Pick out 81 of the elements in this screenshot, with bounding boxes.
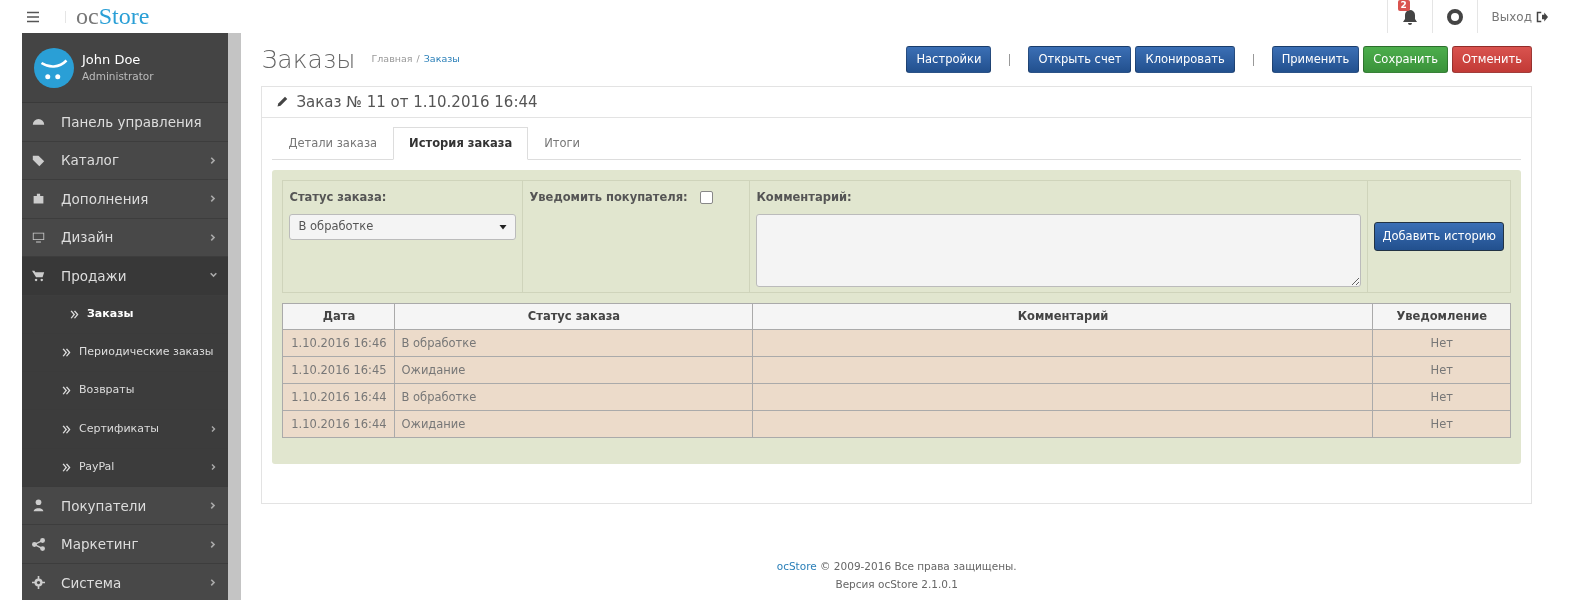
cart-icon bbox=[32, 269, 45, 283]
chevron-right-icon bbox=[208, 539, 218, 549]
menu-icon bbox=[25, 10, 40, 23]
toolbar-button[interactable]: Применить bbox=[1271, 45, 1360, 74]
bell-icon bbox=[1401, 8, 1418, 25]
puzzle-icon bbox=[32, 192, 45, 206]
lifebuoy-icon bbox=[1446, 8, 1463, 25]
tag-icon bbox=[32, 153, 45, 167]
caret-down-icon bbox=[499, 222, 508, 231]
checkbox[interactable] bbox=[699, 191, 713, 205]
submenu-item[interactable]: Возвраты bbox=[22, 372, 228, 411]
user-name: John Doe bbox=[82, 50, 142, 69]
double-chevron-icon bbox=[62, 462, 71, 472]
tab[interactable]: Итоги bbox=[528, 127, 597, 161]
comment-field[interactable] bbox=[756, 213, 1362, 287]
breadcrumb-link[interactable]: Заказы bbox=[423, 52, 460, 67]
logo[interactable]: ocStore bbox=[66, 0, 150, 33]
column-header: Комментарий bbox=[752, 303, 1373, 330]
panel-title: Заказ № 11 от 1.10.2016 16:44 bbox=[296, 91, 538, 113]
table-cell: 1.10.2016 16:45 bbox=[282, 356, 395, 384]
pencil-icon bbox=[276, 96, 289, 108]
table-cell: Нет bbox=[1372, 329, 1511, 357]
field-label: Уведомить покупателя: bbox=[529, 189, 688, 207]
table-cell: Нет bbox=[1372, 356, 1511, 384]
chevron-right-icon bbox=[208, 155, 218, 165]
submenu-item[interactable]: Сертификаты bbox=[22, 410, 228, 449]
field-label: Комментарий: bbox=[756, 189, 853, 207]
double-chevron-icon bbox=[62, 347, 71, 357]
user-role: Administrator bbox=[82, 69, 154, 85]
sidebar-item[interactable]: Система bbox=[22, 564, 228, 600]
sidebar-item[interactable]: Дизайн bbox=[22, 218, 228, 257]
user-icon bbox=[32, 499, 45, 513]
version-text: Версия ocStore 2.1.0.1 bbox=[834, 577, 960, 592]
sidebar-item[interactable]: Панель управления bbox=[22, 103, 228, 142]
toolbar-button[interactable]: Открыть счет bbox=[1028, 45, 1132, 74]
share-icon bbox=[32, 537, 45, 551]
copyright-text: ocStore © 2009-2016 Все права защищены. bbox=[775, 559, 1018, 574]
chevron-right-icon bbox=[208, 194, 218, 204]
sidebar-item[interactable]: Дополнения bbox=[22, 180, 228, 219]
table-cell: 1.10.2016 16:44 bbox=[282, 410, 395, 438]
submenu-item[interactable]: PayPal bbox=[22, 448, 228, 487]
logout-link[interactable]: Выход bbox=[1491, 7, 1548, 26]
field-label: Статус заказа: bbox=[289, 189, 388, 207]
table-cell: Ожидание bbox=[394, 410, 753, 438]
submenu-item[interactable]: Заказы bbox=[22, 295, 228, 334]
table-cell: 1.10.2016 16:46 bbox=[282, 329, 395, 357]
chevron-right-icon bbox=[209, 425, 218, 434]
double-chevron-icon bbox=[62, 386, 71, 396]
cart-logo-icon bbox=[34, 47, 74, 88]
sidebar-item[interactable]: Покупатели bbox=[22, 487, 228, 526]
tab[interactable]: История заказа bbox=[393, 127, 529, 161]
double-chevron-icon bbox=[62, 424, 71, 434]
toolbar-button[interactable]: Настройки bbox=[906, 45, 992, 74]
submenu-item[interactable]: Периодические заказы bbox=[22, 333, 228, 373]
column-header: Дата bbox=[282, 303, 395, 330]
sidebar-item[interactable]: Каталог bbox=[22, 141, 228, 180]
table-cell: Ожидание bbox=[394, 356, 753, 384]
column-header: Уведомление bbox=[1372, 303, 1511, 330]
tab[interactable]: Детали заказа bbox=[272, 127, 394, 161]
table-cell: Нет bbox=[1372, 383, 1511, 411]
sign-out-icon bbox=[1536, 10, 1548, 23]
table-cell: В обработке bbox=[394, 329, 753, 357]
chevron-right-icon bbox=[209, 463, 218, 472]
chevron-right-icon bbox=[208, 501, 218, 511]
table-cell: Нет bbox=[1372, 410, 1511, 438]
sidebar-item[interactable]: Продажи bbox=[22, 257, 228, 296]
toolbar-button[interactable]: Клонировать bbox=[1135, 45, 1235, 74]
notification-count: 2 bbox=[1397, 0, 1410, 11]
breadcrumb-separator: / bbox=[416, 52, 420, 67]
chevron-right-icon bbox=[208, 578, 218, 588]
status-select[interactable]: В обработке bbox=[289, 213, 517, 240]
table-cell: 1.10.2016 16:44 bbox=[282, 383, 395, 411]
column-header: Статус заказа bbox=[394, 303, 753, 330]
toolbar-button[interactable]: Отменить bbox=[1452, 45, 1532, 74]
add-history-button[interactable]: Добавить историю bbox=[1374, 222, 1504, 252]
double-chevron-icon bbox=[70, 309, 79, 319]
table-cell: В обработке bbox=[394, 383, 753, 411]
footer-link[interactable]: ocStore bbox=[776, 560, 817, 572]
sidebar-item[interactable]: Маркетинг bbox=[22, 525, 228, 564]
chevron-right-icon bbox=[208, 232, 218, 242]
page-title: Заказы bbox=[261, 43, 356, 76]
